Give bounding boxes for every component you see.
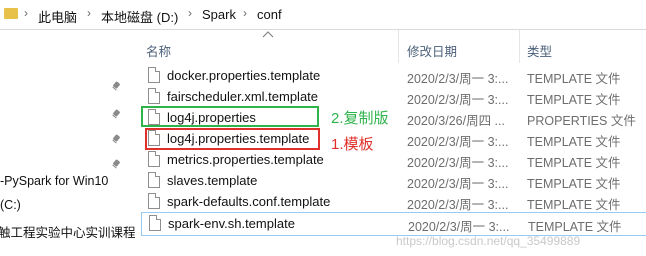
file-name: slaves.template: [167, 173, 258, 188]
navigation-pane: -PySpark for Win10 (C:) 触工程实验中心实训课程: [0, 30, 136, 256]
folder-icon: [4, 8, 18, 19]
file-modified: 2020/2/3/周一 3:...: [407, 198, 509, 212]
chevron-right-icon: ›: [24, 6, 28, 20]
file-name: spark-defaults.conf.template: [167, 194, 331, 209]
pin-icon[interactable]: [112, 135, 120, 145]
file-type: TEMPLATE 文件: [527, 156, 621, 170]
file-icon: [148, 193, 160, 209]
annotation-box-copy: [141, 106, 319, 127]
breadcrumb-this-pc[interactable]: 此电脑: [38, 7, 77, 26]
file-type: PROPERTIES 文件: [527, 114, 636, 128]
annotation-box-template: [145, 128, 320, 150]
column-type[interactable]: 类型: [527, 41, 552, 60]
file-modified: 2020/2/3/周一 3:...: [407, 93, 509, 107]
file-icon: [149, 215, 161, 231]
column-modified[interactable]: 修改日期: [407, 41, 457, 60]
annotation-label-template: 1.模板: [331, 136, 374, 153]
file-icon: [148, 88, 160, 104]
file-name: metrics.properties.template: [167, 152, 324, 167]
pin-icon[interactable]: [112, 110, 120, 120]
file-modified: 2020/2/3/周一 3:...: [407, 177, 509, 191]
file-modified: 2020/2/3/周一 3:...: [408, 220, 510, 234]
chevron-right-icon: ›: [243, 6, 247, 20]
file-name: docker.properties.template: [167, 68, 321, 83]
file-name: spark-env.sh.template: [168, 216, 295, 231]
address-bar[interactable]: › 此电脑 › 本地磁盘 (D:) › Spark › conf: [0, 0, 646, 30]
chevron-right-icon: ›: [87, 6, 91, 20]
column-divider[interactable]: [519, 30, 520, 63]
file-type: TEMPLATE 文件: [527, 198, 621, 212]
file-row[interactable]: fairscheduler.xml.template 2020/2/3/周一 3…: [140, 86, 646, 107]
sort-ascending-icon: [262, 31, 274, 38]
file-type: TEMPLATE 文件: [527, 72, 621, 86]
column-header: 名称 修改日期 类型: [136, 30, 646, 63]
nav-item-drive-c[interactable]: (C:): [0, 198, 21, 212]
breadcrumb-spark[interactable]: Spark: [202, 7, 236, 22]
file-row[interactable]: metrics.properties.template 2020/2/3/周一 …: [140, 149, 646, 170]
file-modified: 2020/2/3/周一 3:...: [407, 156, 509, 170]
file-row-focused[interactable]: spark-env.sh.template 2020/2/3/周一 3:... …: [141, 212, 646, 236]
pin-icon[interactable]: [112, 160, 120, 170]
file-row[interactable]: slaves.template 2020/2/3/周一 3:... TEMPLA…: [140, 170, 646, 191]
file-modified: 2020/2/3/周一 3:...: [407, 72, 509, 86]
file-modified: 2020/3/26/周四 ...: [407, 114, 505, 128]
file-icon: [148, 151, 160, 167]
breadcrumb-conf[interactable]: conf: [257, 7, 282, 22]
pin-icon[interactable]: [112, 82, 120, 92]
column-name[interactable]: 名称: [146, 41, 171, 60]
file-type: TEMPLATE 文件: [527, 135, 621, 149]
file-icon: [148, 67, 160, 83]
file-type: TEMPLATE 文件: [527, 177, 621, 191]
annotation-label-copy: 2.复制版: [331, 110, 389, 127]
watermark: https://blog.csdn.net/qq_35499889: [396, 234, 581, 248]
nav-item-course[interactable]: 触工程实验中心实训课程: [0, 222, 136, 241]
column-divider[interactable]: [398, 30, 399, 63]
file-name: fairscheduler.xml.template: [167, 89, 319, 104]
chevron-right-icon: ›: [188, 6, 192, 20]
file-type: TEMPLATE 文件: [528, 220, 622, 234]
breadcrumb-local-disk[interactable]: 本地磁盘 (D:): [101, 7, 178, 26]
file-modified: 2020/2/3/周一 3:...: [407, 135, 509, 149]
file-row[interactable]: spark-defaults.conf.template 2020/2/3/周一…: [140, 191, 646, 212]
file-icon: [148, 172, 160, 188]
file-type: TEMPLATE 文件: [527, 93, 621, 107]
file-row[interactable]: docker.properties.template 2020/2/3/周一 3…: [140, 65, 646, 86]
nav-item-pyspark[interactable]: -PySpark for Win10: [0, 174, 108, 188]
